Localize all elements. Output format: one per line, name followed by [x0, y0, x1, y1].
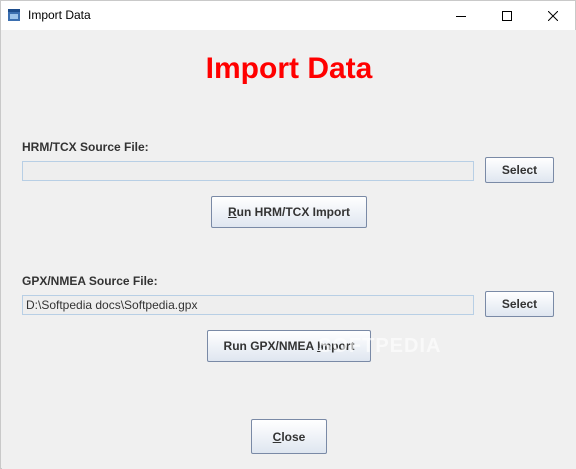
maximize-icon — [502, 10, 512, 21]
title-bar[interactable]: Import Data — [1, 1, 575, 30]
close-icon — [548, 10, 558, 21]
java-cup-icon — [8, 9, 20, 21]
run-gpx-label-start: Run GPX/NMEA — [223, 339, 318, 353]
dialog-content: Import Data HRM/TCX Source File: Select … — [2, 30, 576, 469]
maximize-button[interactable] — [484, 1, 530, 30]
import-data-window: Import Data Import Data HRM/TCX Source F… — [0, 0, 576, 469]
gpx-source-field[interactable] — [22, 295, 474, 315]
minimize-icon — [456, 15, 466, 17]
run-gpx-import-button[interactable]: Run GPX/NMEA Import — [207, 330, 371, 362]
window-title: Import Data — [28, 8, 91, 22]
run-gpx-label-end: mport — [320, 339, 355, 353]
close-button[interactable]: Close — [251, 419, 327, 454]
gpx-select-button[interactable]: Select — [485, 291, 554, 317]
run-hrm-import-button[interactable]: Run HRM/TCX Import — [211, 196, 367, 228]
hrm-source-label: HRM/TCX Source File: — [22, 140, 149, 154]
run-hrm-mnemonic: R — [228, 205, 237, 219]
close-mnemonic: C — [272, 429, 282, 444]
run-hrm-label: un HRM/TCX Import — [236, 205, 350, 219]
hrm-source-field[interactable] — [22, 161, 474, 181]
close-window-button[interactable] — [530, 1, 576, 30]
close-label: lose — [281, 429, 306, 444]
hrm-select-button[interactable]: Select — [485, 157, 554, 183]
page-title: Import Data — [205, 52, 373, 85]
minimize-button[interactable] — [438, 1, 484, 30]
gpx-source-label: GPX/NMEA Source File: — [22, 274, 158, 288]
